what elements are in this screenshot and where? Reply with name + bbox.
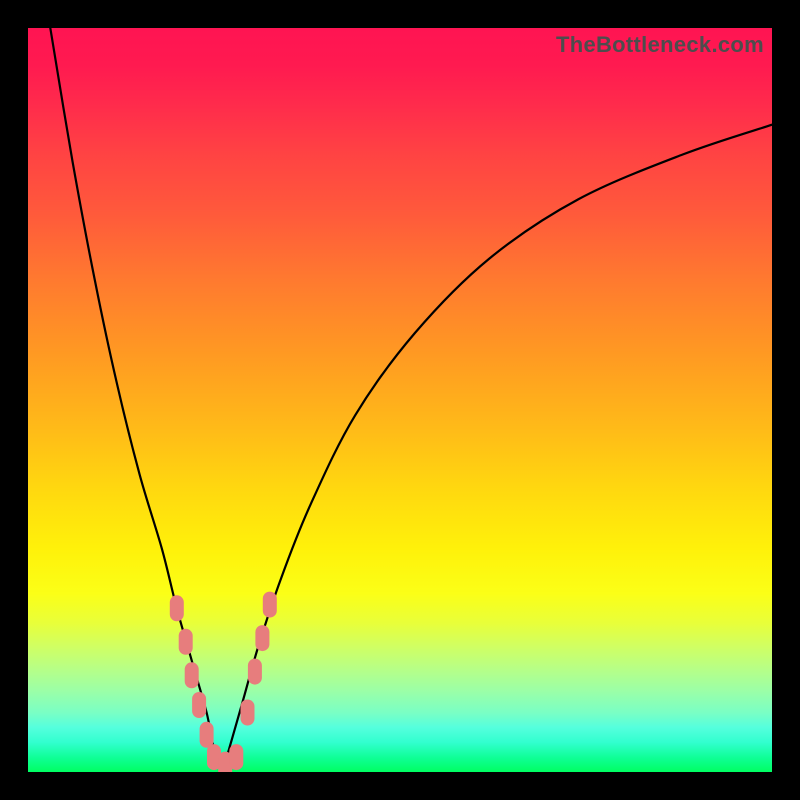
data-marker xyxy=(185,662,199,688)
data-marker xyxy=(229,744,243,770)
data-marker xyxy=(192,692,206,718)
plot-area: TheBottleneck.com xyxy=(28,28,772,772)
data-marker xyxy=(255,625,269,651)
marker-group xyxy=(170,592,277,772)
curve-layer xyxy=(28,28,772,772)
data-marker xyxy=(170,595,184,621)
curve-left-branch xyxy=(50,28,221,772)
chart-root: TheBottleneck.com xyxy=(0,0,800,800)
data-marker xyxy=(248,659,262,685)
curve-right-branch xyxy=(221,125,772,772)
data-marker xyxy=(179,629,193,655)
data-marker xyxy=(200,722,214,748)
data-marker xyxy=(263,592,277,618)
data-marker xyxy=(241,700,255,726)
